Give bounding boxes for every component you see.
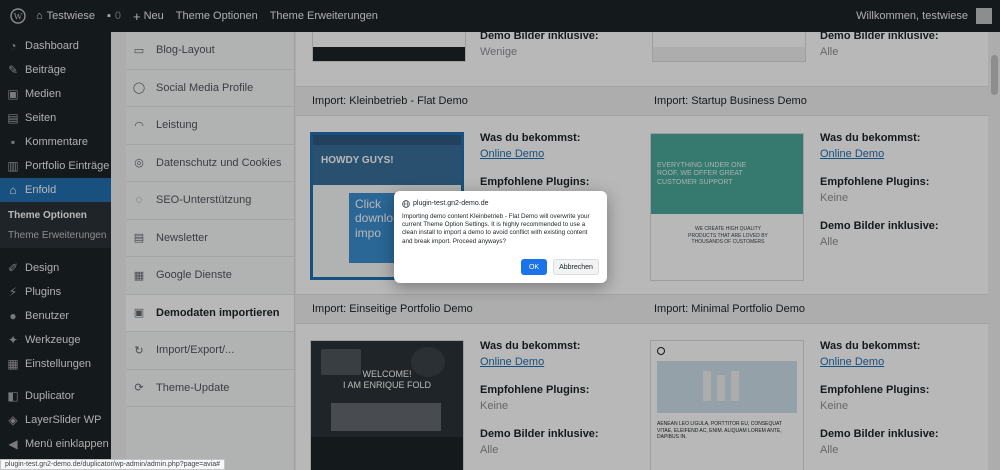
cancel-button[interactable]: Abbrechen bbox=[553, 259, 599, 275]
dialog-host-text: plugin-test.gn2-demo.de bbox=[413, 200, 489, 207]
ok-button[interactable]: OK bbox=[521, 259, 547, 275]
confirm-dialog: plugin-test.gn2-demo.de Importing demo c… bbox=[394, 191, 607, 283]
globe-icon bbox=[402, 199, 410, 208]
dialog-message: Importing demo content Kleinbetrieb - Fl… bbox=[402, 213, 590, 245]
dialog-host: plugin-test.gn2-demo.de bbox=[402, 199, 599, 208]
status-bar-url: plugin-test.gn2-demo.de/duplicator/wp-ad… bbox=[0, 459, 226, 470]
